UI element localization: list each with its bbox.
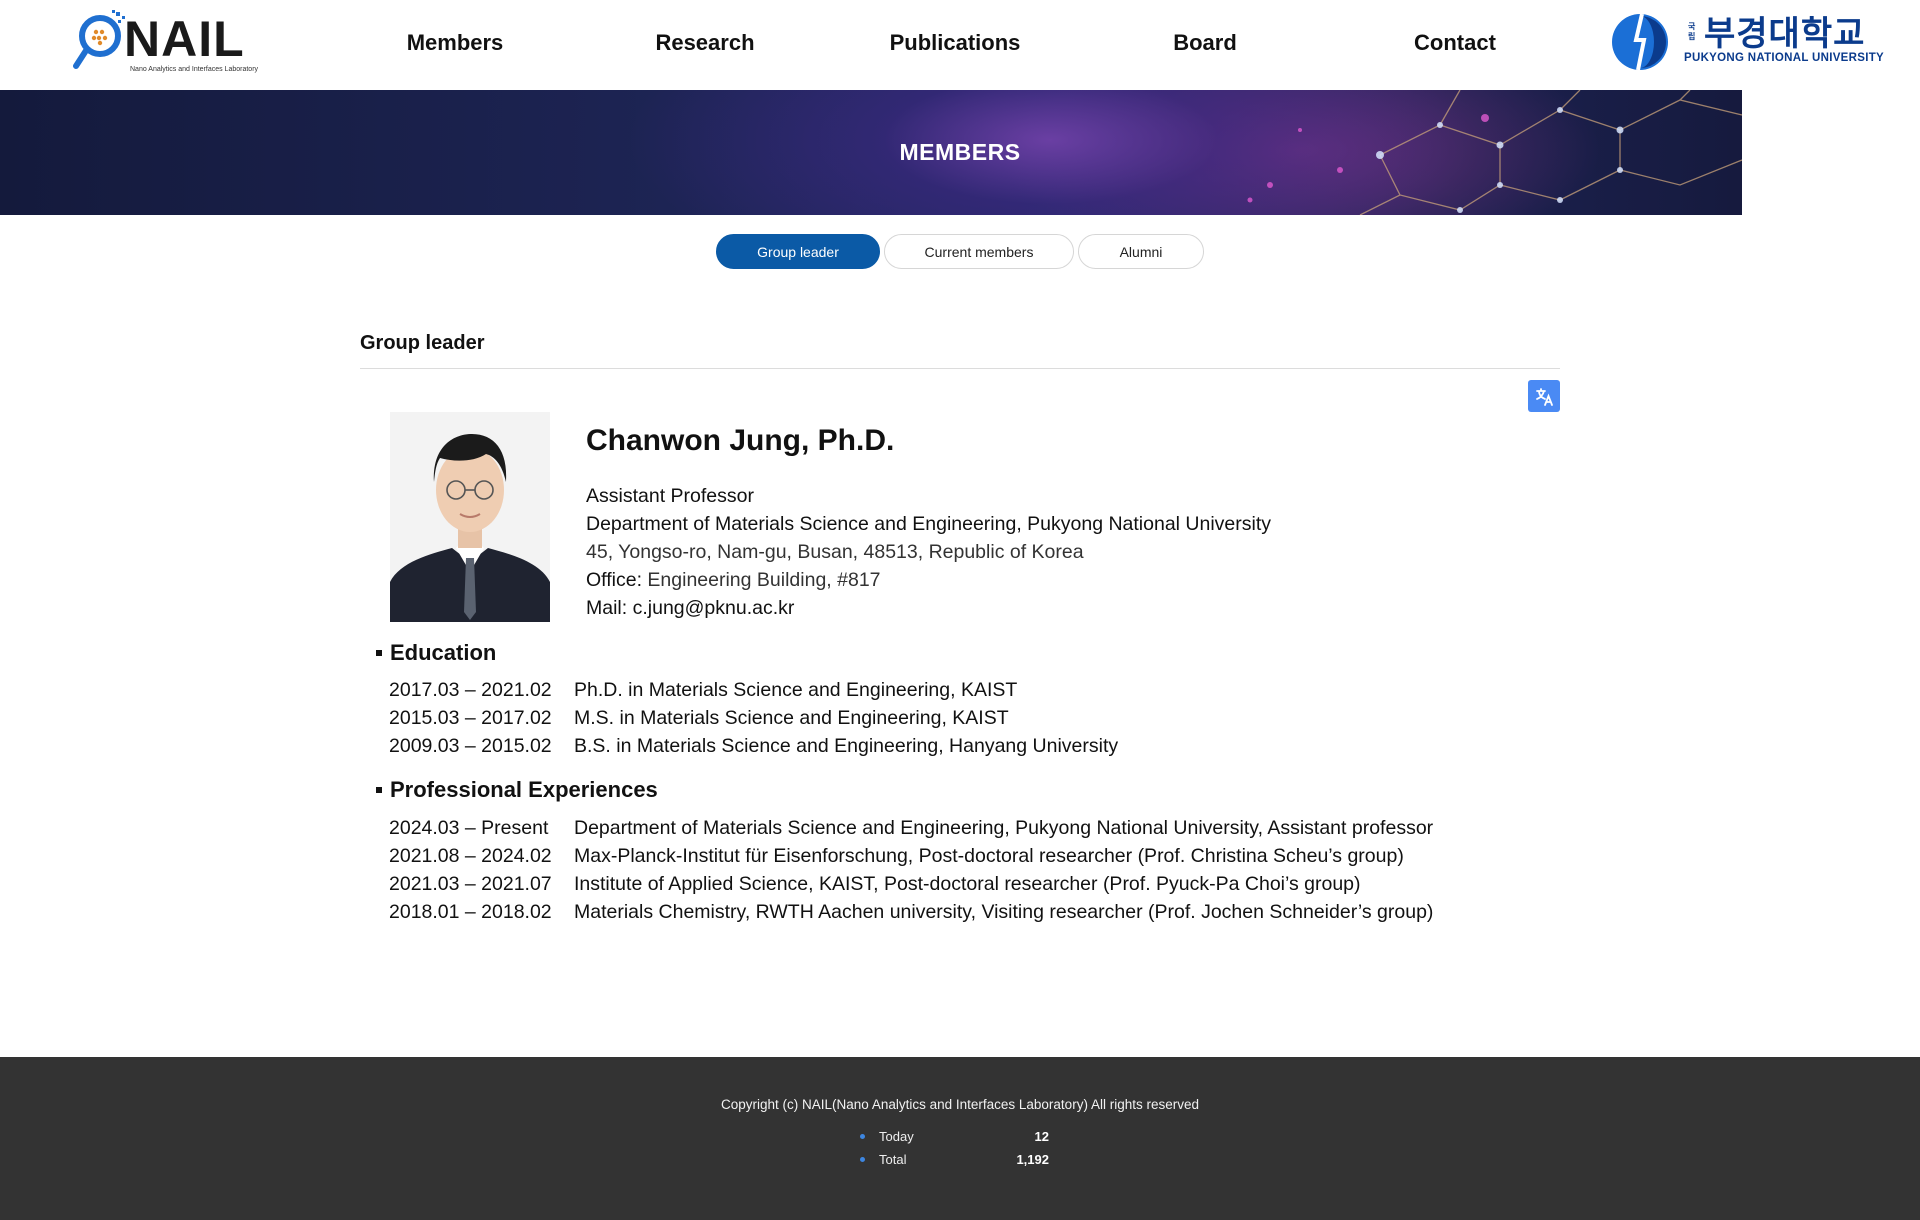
education-list: 2017.03 – 2021.02 Ph.D. in Materials Scie… — [389, 676, 1118, 760]
tab-group-leader[interactable]: Group leader — [716, 234, 880, 269]
stat-value: 1,192 — [1016, 1152, 1049, 1167]
tab-alumni[interactable]: Alumni — [1078, 234, 1204, 269]
education-desc: B.S. in Materials Science and Engineerin… — [574, 735, 1119, 757]
copyright-text: Copyright (c) NAIL(Nano Analytics and In… — [721, 1097, 1199, 1112]
page-banner: MEMBERS — [0, 90, 1920, 215]
profile-name: Chanwon Jung, Ph.D. — [586, 424, 895, 457]
experience-desc: Max-Planck-Institut für Eisenforschung, … — [574, 845, 1404, 867]
bullet-dot-icon — [860, 1157, 865, 1162]
experience-heading: Professional Experiences — [376, 777, 658, 803]
nav-publications[interactable]: Publications — [830, 0, 1080, 86]
profile-mail: Mail: c.jung@pknu.ac.kr — [586, 594, 1271, 622]
translate-button[interactable] — [1528, 380, 1560, 412]
list-item: 2024.03 – Present Department of Materials… — [389, 814, 1433, 842]
university-emblem-icon — [1612, 13, 1668, 71]
office-value: Engineering Building, #817 — [647, 569, 881, 591]
nav-research[interactable]: Research — [580, 0, 830, 86]
profile-position: Assistant Professor — [586, 485, 754, 507]
list-item: 2009.03 – 2015.02 B.S. in Materials Scien… — [389, 732, 1118, 760]
education-heading: Education — [376, 640, 496, 666]
list-item: 2015.03 – 2017.02 M.S. in Materials Scien… — [389, 704, 1118, 732]
profile-address: 45, Yongso-ro, Nam-gu, Busan, 48513, Rep… — [586, 541, 1084, 563]
logo-word: NAIL — [124, 11, 245, 67]
university-name-ko: 부경대학교 — [1704, 15, 1866, 53]
list-item: 2021.03 – 2021.07 Institute of Applied Sc… — [389, 870, 1433, 898]
mail-value[interactable]: c.jung@pknu.ac.kr — [633, 597, 795, 619]
site-header: NAIL Nano Analytics and Interfaces Labor… — [0, 0, 1920, 90]
university-logo[interactable]: 국립 부경대학교 PUKYONG NATIONAL UNIVERSITY — [1608, 10, 1884, 74]
experience-desc: Institute of Applied Science, KAIST, Pos… — [574, 873, 1361, 895]
education-heading-text: Education — [390, 640, 497, 665]
experience-desc: Materials Chemistry, RWTH Aachen univers… — [574, 901, 1434, 923]
education-period: 2017.03 – 2021.02 — [389, 679, 552, 701]
tab-current-members[interactable]: Current members — [884, 234, 1074, 269]
square-bullet-icon — [376, 787, 382, 793]
nav-members[interactable]: Members — [330, 0, 580, 86]
education-period: 2015.03 – 2017.02 — [389, 707, 552, 729]
visitor-stats: Today 12 Total 1,192 — [860, 1125, 1060, 1171]
experience-list: 2024.03 – Present Department of Materials… — [389, 814, 1433, 926]
education-desc: Ph.D. in Materials Science and Engineeri… — [574, 679, 1018, 701]
magnifier-logo-icon — [73, 10, 125, 69]
experience-period: 2018.01 – 2018.02 — [389, 901, 552, 923]
stat-label: Total — [879, 1152, 907, 1167]
list-item: 2018.01 – 2018.02 Materials Chemistry, RW… — [389, 898, 1433, 926]
profile-office: Office: Engineering Building, #817 — [586, 566, 1271, 594]
university-name-en: PUKYONG NATIONAL UNIVERSITY — [1684, 52, 1884, 64]
list-item: 2021.08 – 2024.02 Max-Planck-Institut für… — [389, 842, 1433, 870]
profile-photo — [390, 412, 550, 622]
logo-subtitle: Nano Analytics and Interfaces Laboratory — [130, 66, 259, 73]
nav-contact[interactable]: Contact — [1330, 0, 1580, 86]
square-bullet-icon — [376, 650, 382, 656]
list-item: 2017.03 – 2021.02 Ph.D. in Materials Scie… — [389, 676, 1118, 704]
main-nav: Members Research Publications Board Cont… — [330, 0, 1580, 86]
site-logo[interactable]: NAIL Nano Analytics and Interfaces Labor… — [72, 10, 262, 74]
experience-heading-text: Professional Experiences — [390, 777, 658, 802]
office-label: Office: — [586, 569, 642, 591]
stat-total: Total 1,192 — [860, 1148, 1060, 1171]
experience-desc: Department of Materials Science and Engi… — [574, 817, 1434, 839]
experience-period: 2021.03 – 2021.07 — [389, 873, 552, 895]
bullet-dot-icon — [860, 1134, 865, 1139]
education-desc: M.S. in Materials Science and Engineerin… — [574, 707, 1009, 729]
stat-today: Today 12 — [860, 1125, 1060, 1148]
experience-period: 2021.08 – 2024.02 — [389, 845, 552, 867]
experience-period: 2024.03 – Present — [389, 817, 549, 839]
mail-label: Mail: — [586, 597, 628, 619]
nav-board[interactable]: Board — [1080, 0, 1330, 86]
profile-details: Assistant Professor Department of Materi… — [586, 482, 1271, 622]
site-footer: Copyright (c) NAIL(Nano Analytics and In… — [0, 1057, 1920, 1220]
university-prefix: 국립 — [1688, 22, 1696, 41]
stat-label: Today — [879, 1129, 914, 1144]
section-divider — [360, 368, 1560, 369]
profile-department: Department of Materials Science and Engi… — [586, 513, 1272, 535]
section-title: Group leader — [360, 332, 485, 354]
education-period: 2009.03 – 2015.02 — [389, 735, 552, 757]
banner-title: MEMBERS — [899, 139, 1021, 165]
translate-icon — [1536, 388, 1553, 406]
member-tabs: Group leader Current members Alumni — [716, 234, 1204, 269]
stat-value: 12 — [1034, 1129, 1049, 1144]
